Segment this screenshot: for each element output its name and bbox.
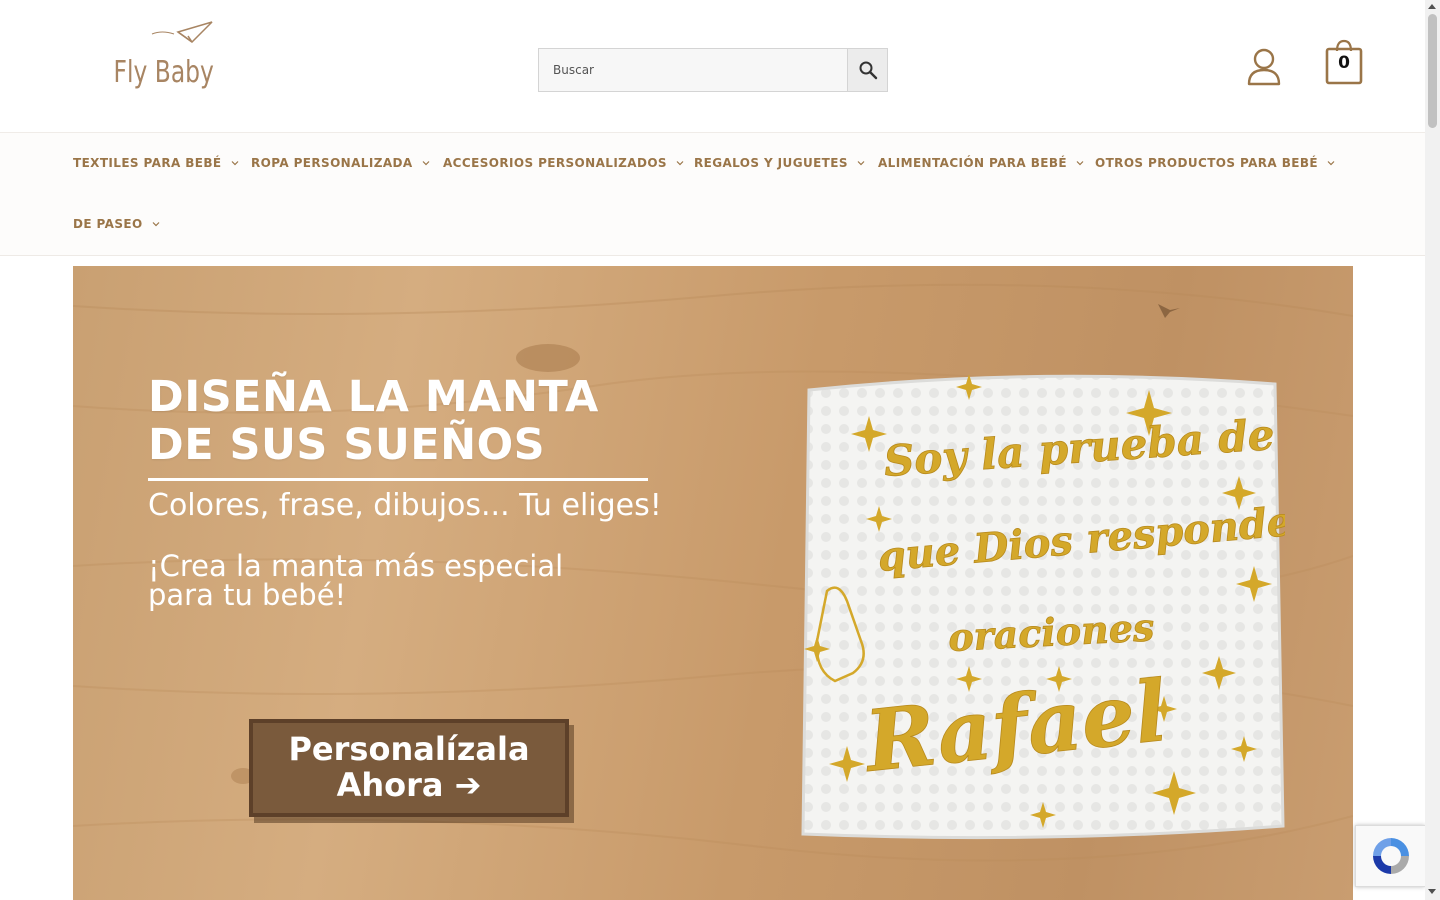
hero-tagline-line1: ¡Crea la manta más especial xyxy=(148,549,564,583)
nav-item-paseo[interactable]: DE PASEO xyxy=(73,214,160,234)
hero-subtitle: Colores, frase, dibujos... Tu eliges! xyxy=(148,488,662,523)
paper-plane-logo: Fly Baby xyxy=(114,21,214,90)
search-button[interactable] xyxy=(847,48,888,92)
embroidered-blanket-image: Soy la prueba de que Dios responde oraci… xyxy=(801,374,1285,840)
recaptcha-icon xyxy=(1372,838,1409,874)
scroll-up-arrow-icon[interactable] xyxy=(1428,4,1436,9)
hero-divider xyxy=(148,478,648,481)
nav-item-label: ACCESORIOS PERSONALIZADOS xyxy=(443,156,667,170)
personalize-button[interactable]: Personalízala Ahora ➔ xyxy=(249,719,569,817)
cart-button[interactable]: 0 xyxy=(1324,38,1364,86)
nav-item-alimentacion[interactable]: ALIMENTACIÓN PARA BEBÉ xyxy=(878,153,1084,173)
nav-item-otros[interactable]: OTROS PRODUCTOS PARA BEBÉ xyxy=(1095,153,1335,173)
search-input[interactable] xyxy=(538,48,847,92)
hero-tagline-line2: para tu bebé! xyxy=(148,578,347,612)
site-header: Fly Baby 0 xyxy=(0,0,1425,132)
chevron-down-icon xyxy=(1327,161,1335,166)
nav-item-label: OTROS PRODUCTOS PARA BEBÉ xyxy=(1095,156,1318,170)
nav-item-regalos[interactable]: REGALOS Y JUGUETES xyxy=(694,153,865,173)
cta-label-line2: Ahora ➔ xyxy=(336,766,482,804)
hero-title-line1: DISEÑA LA MANTA xyxy=(148,372,599,422)
scroll-thumb[interactable] xyxy=(1428,14,1437,128)
main-navigation: TEXTILES PARA BEBÉ ROPA PERSONALIZADA AC… xyxy=(0,132,1425,256)
cta-label-line1: Personalízala xyxy=(288,730,530,768)
hero-banner[interactable]: DISEÑA LA MANTA DE SUS SUEÑOS Colores, f… xyxy=(73,266,1353,900)
nav-item-label: TEXTILES PARA BEBÉ xyxy=(73,156,222,170)
nav-item-accesorios[interactable]: ACCESORIOS PERSONALIZADOS xyxy=(443,153,684,173)
chevron-down-icon xyxy=(857,161,865,166)
user-icon xyxy=(1247,48,1281,86)
cart-count: 0 xyxy=(1338,53,1350,73)
nav-item-label: DE PASEO xyxy=(73,217,143,231)
search-form xyxy=(538,48,888,92)
hero-title-line2: DE SUS SUEÑOS xyxy=(148,420,546,470)
nav-item-label: REGALOS Y JUGUETES xyxy=(694,156,848,170)
recaptcha-badge[interactable] xyxy=(1355,825,1425,887)
scrollbar[interactable] xyxy=(1425,0,1440,900)
account-button[interactable] xyxy=(1244,48,1284,86)
nav-item-label: ALIMENTACIÓN PARA BEBÉ xyxy=(878,156,1067,170)
chevron-down-icon xyxy=(231,161,238,166)
nav-item-label: ROPA PERSONALIZADA xyxy=(251,156,413,170)
nav-item-ropa[interactable]: ROPA PERSONALIZADA xyxy=(251,153,430,173)
chevron-down-icon xyxy=(676,161,684,166)
chevron-down-icon xyxy=(152,222,159,227)
search-icon xyxy=(859,61,877,80)
scroll-down-arrow-icon[interactable] xyxy=(1428,889,1436,894)
logo[interactable]: Fly Baby xyxy=(112,20,216,104)
nav-item-textiles[interactable]: TEXTILES PARA BEBÉ xyxy=(73,153,239,173)
chevron-down-icon xyxy=(422,161,429,166)
chevron-down-icon xyxy=(1076,161,1084,166)
logo-text: Fly Baby xyxy=(114,55,214,90)
